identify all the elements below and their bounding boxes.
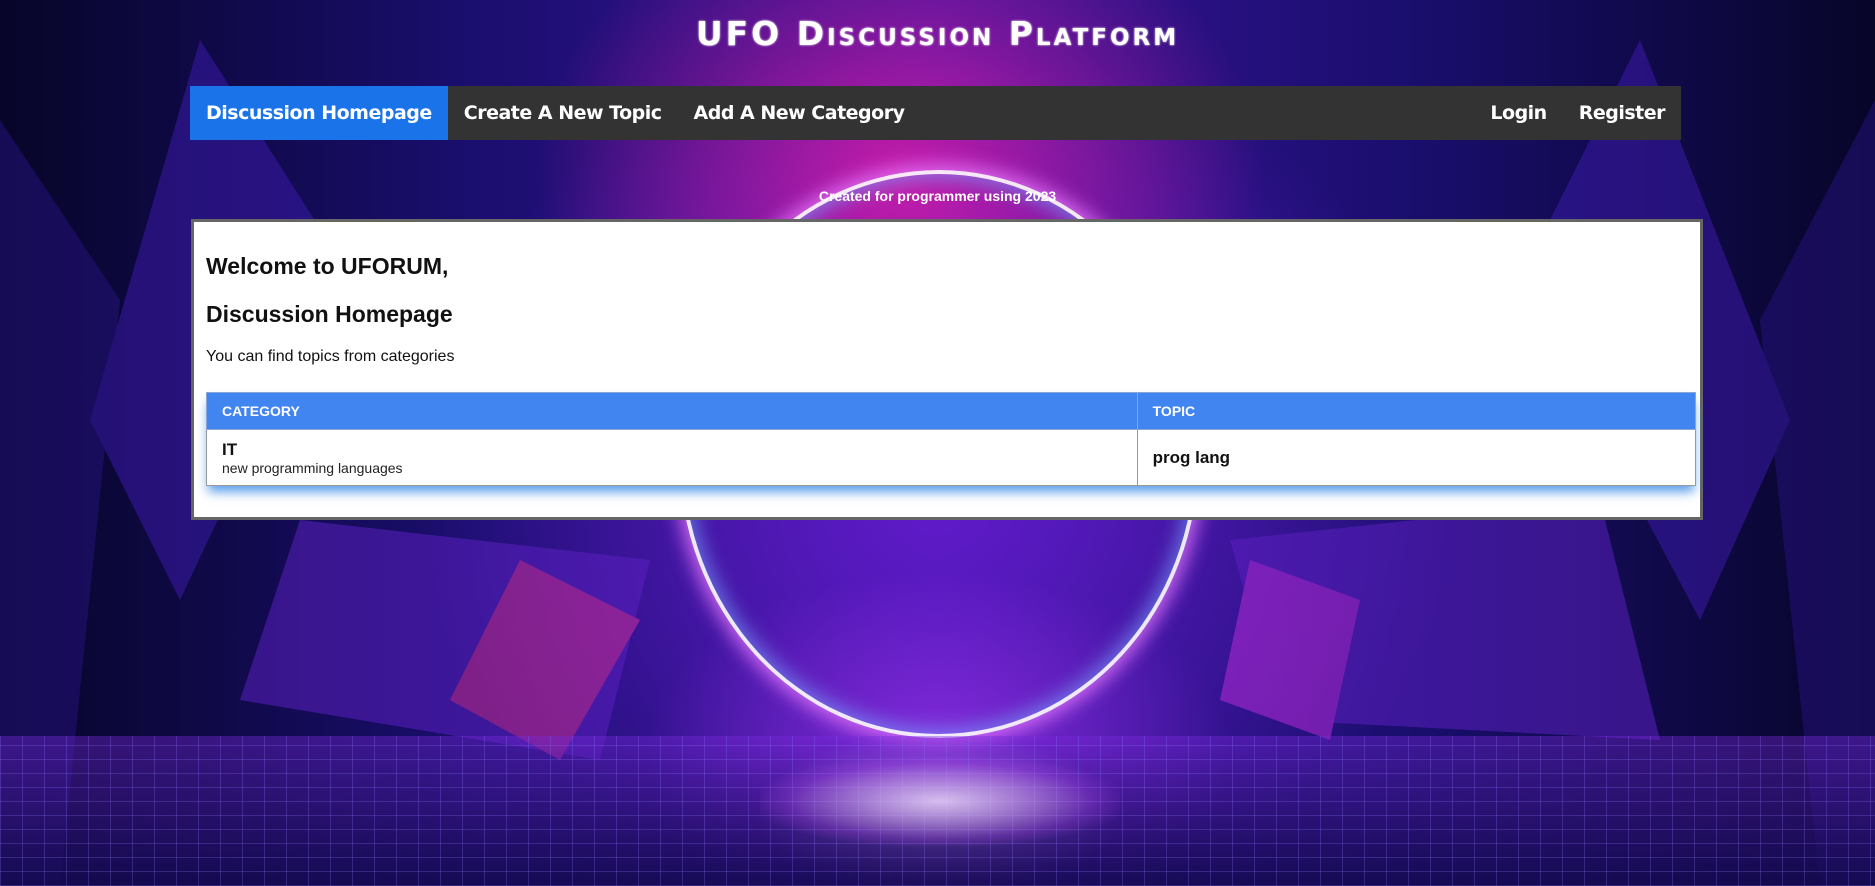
column-header-topic: Topic <box>1136 392 1697 430</box>
topic-name-link[interactable]: prog lang <box>1153 448 1680 468</box>
category-cell[interactable]: IT new programming languages <box>206 429 1138 486</box>
table-row: IT new programming languages prog lang <box>206 429 1697 486</box>
category-description: new programming languages <box>222 459 403 476</box>
nav-add-category[interactable]: Add A New Category <box>678 86 921 140</box>
nav-left-group: Discussion Homepage Create A New Topic A… <box>190 86 920 140</box>
nav-discussion-homepage[interactable]: Discussion Homepage <box>190 86 448 140</box>
page-title: Discussion Homepage <box>206 301 453 327</box>
nav-right-group: Login Register <box>1474 86 1681 140</box>
content-panel: Welcome to UFORUM, Discussion Homepage Y… <box>191 219 1703 520</box>
category-table: Category Topic IT new programming langua… <box>206 392 1697 486</box>
column-header-category: Category <box>206 392 1138 430</box>
site-tagline: Created for programmer using 2023 <box>818 188 1057 204</box>
site-title: UFO Discussion Platform <box>695 14 1180 53</box>
welcome-heading: Welcome to UFORUM, <box>206 253 449 279</box>
nav-login[interactable]: Login <box>1474 86 1562 140</box>
nav-create-topic[interactable]: Create A New Topic <box>448 86 678 140</box>
page-description: You can find topics from categories <box>206 348 455 365</box>
category-table-wrapper: Category Topic IT new programming langua… <box>206 392 1697 486</box>
nav-register[interactable]: Register <box>1563 86 1681 140</box>
category-name-link[interactable]: IT <box>222 440 1122 460</box>
main-navbar: Discussion Homepage Create A New Topic A… <box>190 86 1681 140</box>
floor-reflection <box>760 756 1120 846</box>
topic-cell[interactable]: prog lang <box>1136 429 1697 486</box>
table-header-row: Category Topic <box>206 392 1697 430</box>
